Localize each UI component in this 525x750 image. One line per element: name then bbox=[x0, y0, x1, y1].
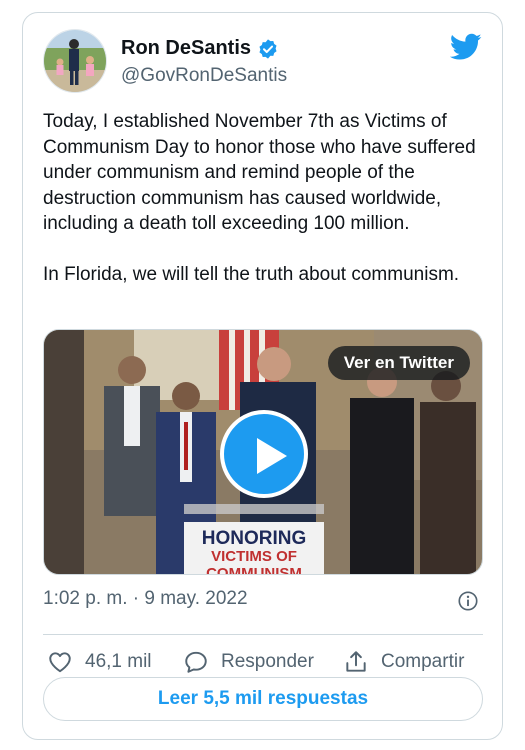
tweet-meta: 1:02 p. m. · 9 may. 2022 bbox=[43, 588, 483, 614]
share-label: Compartir bbox=[381, 651, 465, 672]
like-count: 46,1 mil bbox=[85, 651, 152, 672]
tweet-paragraph: In Florida, we will tell the truth about… bbox=[43, 264, 460, 285]
podium-sign-line-3: COMMUNISM bbox=[206, 565, 302, 575]
tweet-paragraph: Today, I established November 7th as Vic… bbox=[43, 111, 476, 234]
heart-icon bbox=[49, 652, 71, 673]
view-on-twitter-button[interactable]: Ver en Twitter bbox=[327, 346, 470, 380]
podium-sign-line-1: HONORING bbox=[202, 528, 307, 549]
podium-sign-line-2: VICTIMS OF bbox=[211, 548, 297, 565]
tweet-card: Ron DeSantis @GovRonDeSantis Today, I es… bbox=[22, 12, 503, 740]
divider bbox=[43, 634, 483, 635]
share-icon bbox=[346, 651, 366, 672]
read-replies-button[interactable]: Leer 5,5 mil respuestas bbox=[43, 677, 483, 721]
play-icon[interactable] bbox=[220, 410, 308, 498]
author-handle[interactable]: @GovRonDeSantis bbox=[121, 65, 287, 87]
author-name[interactable]: Ron DeSantis bbox=[121, 37, 251, 60]
reply-bubble-icon bbox=[185, 651, 207, 673]
tweet-text: Today, I established November 7th as Vic… bbox=[43, 109, 488, 288]
avatar[interactable] bbox=[43, 29, 107, 93]
info-icon[interactable] bbox=[457, 590, 479, 612]
reply-label: Responder bbox=[221, 651, 314, 672]
author-name-row[interactable]: Ron DeSantis bbox=[121, 37, 279, 60]
video-thumbnail[interactable]: HONORING VICTIMS OF COMMUNISM Ver en Twi… bbox=[43, 329, 483, 575]
timestamp[interactable]: 1:02 p. m. · 9 may. 2022 bbox=[43, 588, 248, 609]
twitter-bird-icon[interactable] bbox=[449, 33, 482, 61]
verified-badge-icon bbox=[257, 38, 279, 60]
